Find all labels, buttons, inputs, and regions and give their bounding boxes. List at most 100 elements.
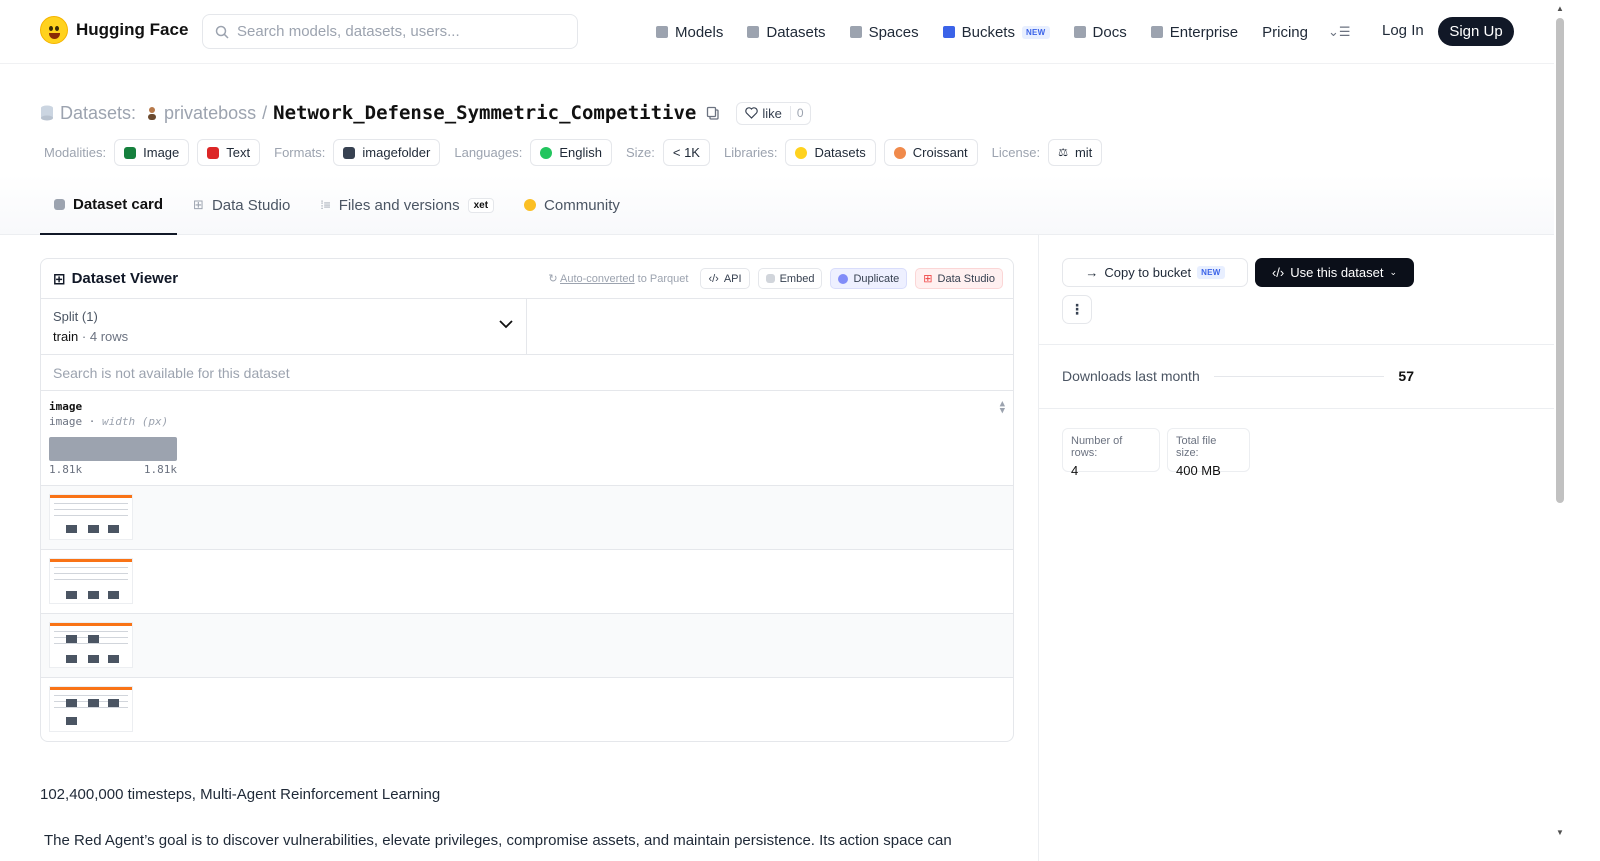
- duplicate-icon: [838, 273, 849, 284]
- image-thumbnail[interactable]: [49, 686, 133, 732]
- sidebar-divider: [1038, 235, 1039, 861]
- sort-icon[interactable]: ▲ ▼: [1000, 400, 1005, 416]
- embed-button[interactable]: Embed: [757, 268, 823, 289]
- languages-label: Languages:: [454, 145, 523, 160]
- scrollbar-thumb[interactable]: [1556, 18, 1564, 503]
- formats-label: Formats:: [274, 145, 326, 160]
- viewer-search-disabled: Search is not available for this dataset: [41, 355, 1013, 391]
- description-line-2: The Red Agent’s goal is to discover vuln…: [44, 832, 952, 849]
- dataset-viewer: ⊞ Dataset Viewer ↻ Auto-converted to Par…: [40, 258, 1014, 742]
- code-icon: ‹/›: [708, 272, 719, 285]
- data-studio-button[interactable]: ⊞ Data Studio: [915, 268, 1003, 289]
- database-icon: [41, 105, 53, 121]
- enterprise-icon: [1150, 26, 1163, 38]
- use-this-dataset-button[interactable]: ‹/› Use this dataset ⌄: [1255, 258, 1414, 287]
- tab-community[interactable]: Community: [510, 175, 634, 235]
- tag-croissant[interactable]: Croissant: [883, 139, 978, 166]
- auto-converted-note: ↻ Auto-converted to Parquet: [548, 273, 689, 285]
- more-options-button[interactable]: ⋮: [1062, 295, 1092, 324]
- viewer-title: ⊞ Dataset Viewer: [53, 270, 179, 288]
- column-type: image · width (px): [49, 415, 169, 428]
- table-row[interactable]: [41, 486, 1013, 550]
- dataset-title-row: Datasets: privateboss / Network_Defense_…: [40, 100, 811, 126]
- tabs-band: Dataset card ⊞ Data Studio ⁞≡ Files and ve…: [0, 175, 1568, 235]
- dataset-tags: Modalities: Image Text Formats: imagefol…: [44, 139, 1110, 166]
- dataset-name[interactable]: Network_Defense_Symmetric_Competitive: [273, 102, 696, 124]
- size-label: Size:: [625, 145, 655, 160]
- tag-image[interactable]: Image: [114, 139, 190, 166]
- globe-icon: [540, 146, 553, 159]
- nav-enterprise[interactable]: Enterprise: [1150, 24, 1238, 41]
- split-rows: 4 rows: [89, 329, 129, 344]
- table-row[interactable]: [41, 678, 1013, 741]
- code-icon: ‹/›: [1271, 265, 1285, 280]
- cube-icon: [656, 26, 668, 38]
- width-histogram[interactable]: [49, 437, 177, 461]
- chevron-down-icon: [499, 320, 513, 329]
- nav-datasets[interactable]: Datasets: [747, 24, 826, 41]
- sidebar-divider-1: [1039, 344, 1568, 345]
- section-label[interactable]: Datasets:: [60, 103, 136, 124]
- tab-files-versions[interactable]: ⁞≡ Files and versions xet: [306, 175, 508, 235]
- search-box[interactable]: [202, 14, 578, 49]
- viewer-actions: ↻ Auto-converted to Parquet ‹/› API Embed…: [548, 268, 1003, 289]
- tag-license[interactable]: ⚖ mit: [1048, 139, 1103, 166]
- tag-text[interactable]: Text: [197, 139, 261, 166]
- path-separator: /: [262, 102, 268, 123]
- cube-icon: [54, 198, 65, 210]
- login-link[interactable]: Log In: [1382, 22, 1424, 39]
- community-icon: [524, 199, 537, 211]
- modalities-label: Modalities:: [44, 145, 107, 160]
- like-count: 0: [789, 106, 810, 120]
- files-icon: ⁞≡: [320, 198, 331, 212]
- copy-to-bucket-button[interactable]: → Copy to bucket NEW: [1062, 258, 1248, 287]
- tag-english[interactable]: English: [530, 139, 612, 166]
- xet-badge: xet: [467, 197, 495, 213]
- copy-icon[interactable]: [706, 106, 720, 120]
- more-menu-icon[interactable]: ⌄☰: [1328, 24, 1351, 40]
- viewer-rows: [41, 486, 1013, 741]
- tag-size[interactable]: < 1K: [662, 139, 710, 166]
- auto-converted-link[interactable]: Auto-converted: [560, 273, 635, 285]
- main-nav: Models Datasets Spaces Buckets NEW Docs E…: [656, 0, 1332, 64]
- nav-pricing[interactable]: Pricing: [1262, 24, 1308, 41]
- image-thumbnail[interactable]: [49, 558, 133, 604]
- scroll-down-icon[interactable]: ▼: [1556, 828, 1564, 837]
- arrow-right-icon: →: [1085, 265, 1099, 280]
- croissant-icon: [893, 146, 906, 159]
- heart-icon: [745, 107, 759, 119]
- table-row[interactable]: [41, 614, 1013, 678]
- search-icon: [215, 25, 229, 39]
- like-button[interactable]: like 0: [736, 101, 811, 125]
- new-badge: NEW: [1021, 25, 1050, 39]
- tag-imagefolder[interactable]: imagefolder: [333, 139, 441, 166]
- scale-icon: ⚖: [1058, 147, 1068, 159]
- embed-icon: [765, 274, 775, 283]
- nav-models[interactable]: Models: [656, 24, 723, 41]
- image-thumbnail[interactable]: [49, 494, 133, 540]
- brand-logo[interactable]: Hugging Face: [40, 16, 188, 44]
- file-size-stat: Total file size: 400 MB: [1167, 428, 1250, 478]
- signup-button[interactable]: Sign Up: [1438, 17, 1514, 46]
- new-badge: NEW: [1197, 266, 1225, 279]
- api-button[interactable]: ‹/› API: [700, 268, 750, 289]
- table-row[interactable]: [41, 550, 1013, 614]
- split-selector[interactable]: Split (1) train · 4 rows: [41, 299, 527, 354]
- tab-dataset-card[interactable]: Dataset card: [40, 175, 178, 235]
- histogram-labels: 1.81k 1.81k: [49, 463, 177, 476]
- tab-data-studio[interactable]: ⊞ Data Studio: [179, 175, 304, 235]
- chevron-down-icon: ⌄: [1389, 267, 1398, 277]
- owner-link[interactable]: privateboss: [164, 103, 256, 124]
- downloads-value: 57: [1398, 368, 1414, 384]
- search-input[interactable]: [237, 23, 557, 40]
- book-icon: [1073, 26, 1086, 38]
- scroll-up-icon[interactable]: ▲: [1556, 4, 1564, 13]
- nav-docs[interactable]: Docs: [1073, 24, 1127, 41]
- downloads-row: Downloads last month 57: [1062, 368, 1414, 384]
- image-thumbnail[interactable]: [49, 622, 133, 668]
- tag-datasets-lib[interactable]: Datasets: [785, 139, 876, 166]
- duplicate-button[interactable]: Duplicate: [830, 268, 908, 289]
- hugging-face-logo-icon: [40, 16, 68, 44]
- nav-spaces[interactable]: Spaces: [849, 24, 919, 41]
- nav-buckets[interactable]: Buckets NEW: [942, 24, 1050, 41]
